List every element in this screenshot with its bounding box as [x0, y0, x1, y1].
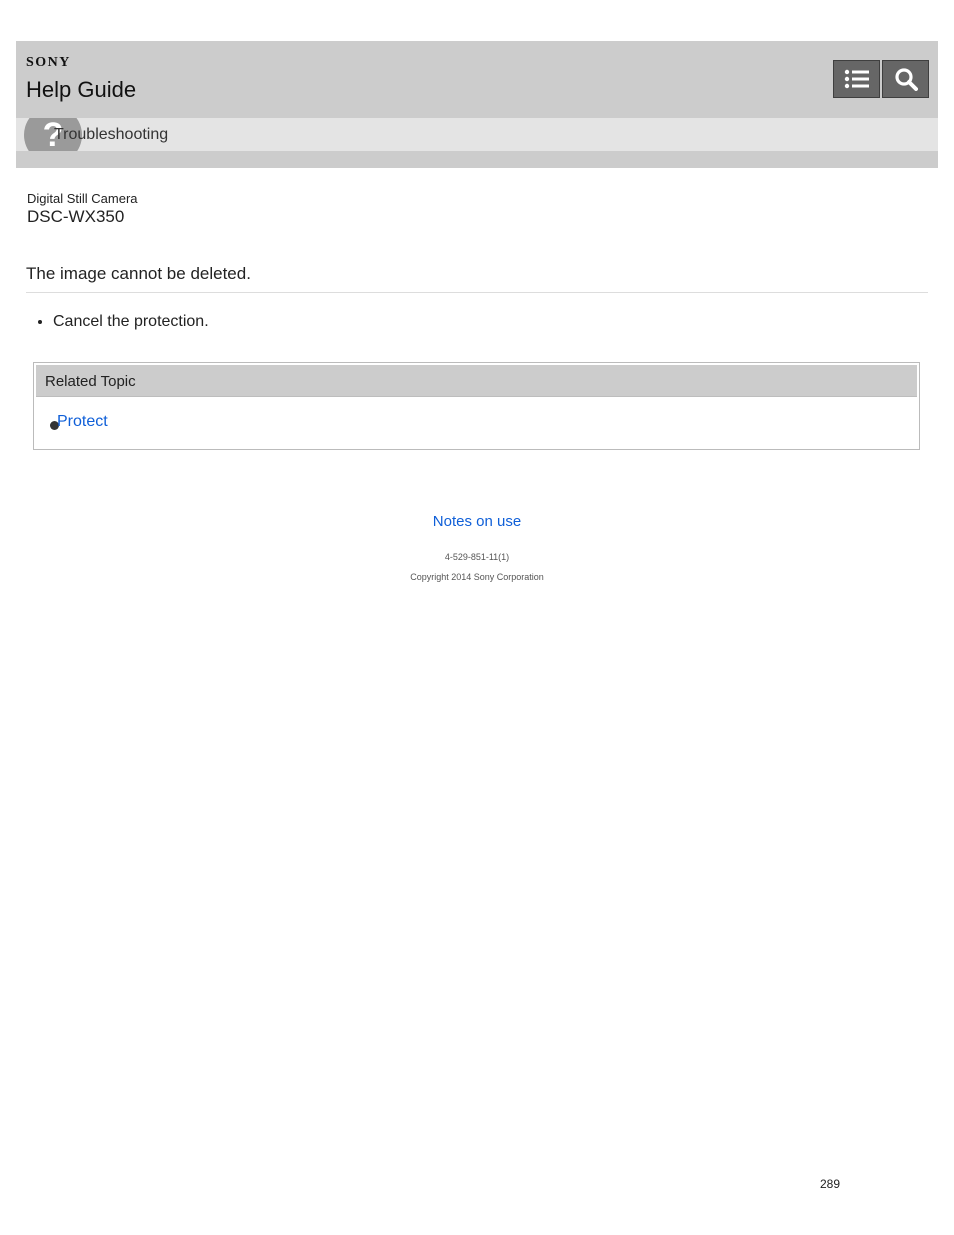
- toolbar: [833, 60, 929, 98]
- protect-link[interactable]: Protect: [57, 413, 108, 431]
- article-title: The image cannot be deleted.: [26, 264, 251, 283]
- page-title: Help Guide: [26, 77, 137, 102]
- category-bar: ? Troubleshooting: [16, 118, 938, 151]
- toc-button[interactable]: [833, 60, 880, 98]
- document-code: 4-529-851-11(1): [444, 552, 510, 562]
- notes-on-use-link[interactable]: Notes on use: [0, 513, 954, 530]
- divider: [26, 292, 928, 293]
- step-list: Cancel the protection.: [53, 313, 209, 331]
- list-icon: [844, 69, 869, 89]
- search-icon: [894, 68, 918, 91]
- related-topic-box: Related Topic Protect: [33, 362, 920, 450]
- page-number: 289: [820, 1177, 841, 1191]
- product-type: Digital Still Camera: [27, 191, 138, 206]
- related-topic-header: Related Topic: [36, 365, 917, 397]
- header: SONY Help Guide ? Troubleshooting: [16, 41, 938, 168]
- related-topic-title: Related Topic: [45, 373, 136, 390]
- copyright: Copyright 2014 Sony Corporation: [410, 572, 544, 582]
- search-button[interactable]: [882, 60, 929, 98]
- category-label[interactable]: Troubleshooting: [54, 126, 168, 144]
- product-model: DSC-WX350: [27, 207, 125, 226]
- sony-logo: SONY: [26, 55, 71, 70]
- list-item: Cancel the protection.: [53, 313, 209, 331]
- related-topic-item: Protect: [50, 413, 108, 431]
